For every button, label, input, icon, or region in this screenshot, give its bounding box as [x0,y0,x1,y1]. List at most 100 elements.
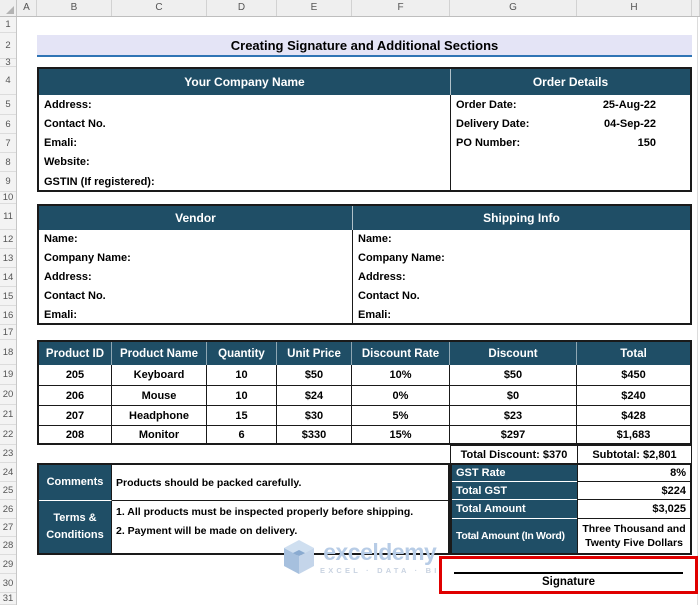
product-cell[interactable]: $23 [450,405,577,425]
subtotal-cell[interactable]: Subtotal: $2,801 [577,445,692,464]
product-cell[interactable]: 207 [39,405,112,425]
product-col-header[interactable]: Unit Price [277,342,352,365]
order-detail-row[interactable]: Order Date: 25-Aug-22 [451,95,690,115]
shipping-field[interactable]: Company Name: [353,249,690,268]
row-header-21[interactable]: 21 [0,405,16,425]
order-detail-value[interactable]: 25-Aug-22 [603,95,656,115]
row-header-26[interactable]: 26 [0,500,16,519]
row-header-16[interactable]: 16 [0,306,16,325]
vendor-field[interactable]: Contact No. [39,287,349,306]
row-header-15[interactable]: 15 [0,287,16,306]
row-header-30[interactable]: 30 [0,574,16,593]
row-header-24[interactable]: 24 [0,463,16,482]
row-header-25[interactable]: 25 [0,482,16,500]
column-header-A[interactable]: A [17,0,37,16]
signature-cell[interactable]: Signature [442,574,695,591]
product-cell[interactable]: 10 [207,385,277,405]
product-cell[interactable]: 5% [352,405,450,425]
company-field[interactable]: Website: [39,153,444,172]
company-field[interactable]: GSTIN (If registered): [39,172,444,192]
total-in-word-value-cell[interactable]: Three Thousand and Twenty Five Dollars [577,519,690,553]
company-field[interactable]: Address: [39,95,444,115]
totals-label-cell[interactable]: Total GST [452,482,577,500]
total-discount-cell[interactable]: Total Discount: $370 [450,445,577,464]
company-field[interactable]: Emali: [39,134,444,153]
product-cell[interactable]: Headphone [112,405,207,425]
row-header-20[interactable]: 20 [0,385,16,405]
shipping-section-header[interactable]: Shipping Info [352,206,690,230]
shipping-field[interactable]: Emali: [353,306,690,325]
order-detail-value[interactable]: 04-Sep-22 [604,115,656,134]
product-cell[interactable]: $0 [450,385,577,405]
vendor-field[interactable]: Emali: [39,306,349,325]
vendor-field[interactable]: Company Name: [39,249,349,268]
row-header-22[interactable]: 22 [0,425,16,445]
column-header-G[interactable]: G [450,0,577,16]
terms-label-cell[interactable]: Terms & Conditions [39,500,112,553]
row-header-19[interactable]: 19 [0,365,16,385]
product-cell[interactable]: $297 [450,425,577,443]
totals-label-cell[interactable]: GST Rate [452,465,577,482]
totals-value-cell[interactable]: $3,025 [577,500,690,519]
row-header-1[interactable]: 1 [0,17,16,33]
product-col-header[interactable]: Product Name [112,342,207,365]
row-header-12[interactable]: 12 [0,230,16,249]
order-details-header[interactable]: Order Details [450,69,690,95]
product-cell[interactable]: 6 [207,425,277,443]
product-cell[interactable]: 15 [207,405,277,425]
product-cell[interactable]: 0% [352,385,450,405]
row-header-11[interactable]: 11 [0,204,16,230]
row-header-18[interactable]: 18 [0,340,16,365]
product-cell[interactable]: $50 [450,365,577,385]
row-header-7[interactable]: 7 [0,134,16,153]
product-col-header[interactable]: Discount [450,342,577,365]
product-cell[interactable]: Monitor [112,425,207,443]
column-header-H[interactable]: H [577,0,692,16]
column-header-D[interactable]: D [207,0,277,16]
product-col-header[interactable]: Discount Rate [352,342,450,365]
row-header-28[interactable]: 28 [0,537,16,555]
product-cell[interactable]: $1,683 [577,425,690,443]
totals-value-cell[interactable]: $224 [577,482,690,500]
row-header-6[interactable]: 6 [0,115,16,134]
order-detail-value[interactable]: 150 [638,134,656,153]
order-detail-row[interactable]: Delivery Date: 04-Sep-22 [451,115,690,134]
vendor-field[interactable]: Name: [39,230,349,249]
product-cell[interactable]: $428 [577,405,690,425]
row-header-3[interactable]: 3 [0,57,16,68]
product-cell[interactable]: $50 [277,365,352,385]
comments-text-cell[interactable]: Products should be packed carefully. [112,465,448,500]
column-header-F[interactable]: F [352,0,450,16]
column-header-C[interactable]: C [112,0,207,16]
worksheet-title-cell[interactable]: Creating Signature and Additional Sectio… [37,35,692,57]
product-cell[interactable]: Keyboard [112,365,207,385]
row-header-9[interactable]: 9 [0,172,16,192]
product-cell[interactable]: $450 [577,365,690,385]
shipping-field[interactable]: Name: [353,230,690,249]
row-header-23[interactable]: 23 [0,445,16,463]
row-header-13[interactable]: 13 [0,249,16,268]
totals-label-cell[interactable]: Total Amount [452,500,577,519]
total-in-word-label-cell[interactable]: Total Amount (In Word) [452,519,577,553]
product-col-header[interactable]: Total [577,342,690,365]
company-section-header[interactable]: Your Company Name [39,69,450,95]
select-all-corner[interactable] [0,0,17,16]
product-cell[interactable]: $330 [277,425,352,443]
product-cell[interactable]: Mouse [112,385,207,405]
column-header-B[interactable]: B [37,0,112,16]
product-col-header[interactable]: Quantity [207,342,277,365]
company-field[interactable]: Contact No. [39,115,444,134]
row-header-17[interactable]: 17 [0,325,16,340]
shipping-field[interactable]: Address: [353,268,690,287]
vendor-field[interactable]: Address: [39,268,349,287]
product-cell[interactable]: 15% [352,425,450,443]
product-cell[interactable]: 10 [207,365,277,385]
product-col-header[interactable]: Product ID [39,342,112,365]
product-cell[interactable]: 10% [352,365,450,385]
totals-value-cell[interactable]: 8% [577,465,690,482]
order-detail-row[interactable]: PO Number: 150 [451,134,690,153]
row-header-10[interactable]: 10 [0,192,16,204]
product-cell[interactable]: 208 [39,425,112,443]
product-cell[interactable]: $240 [577,385,690,405]
row-header-14[interactable]: 14 [0,268,16,287]
